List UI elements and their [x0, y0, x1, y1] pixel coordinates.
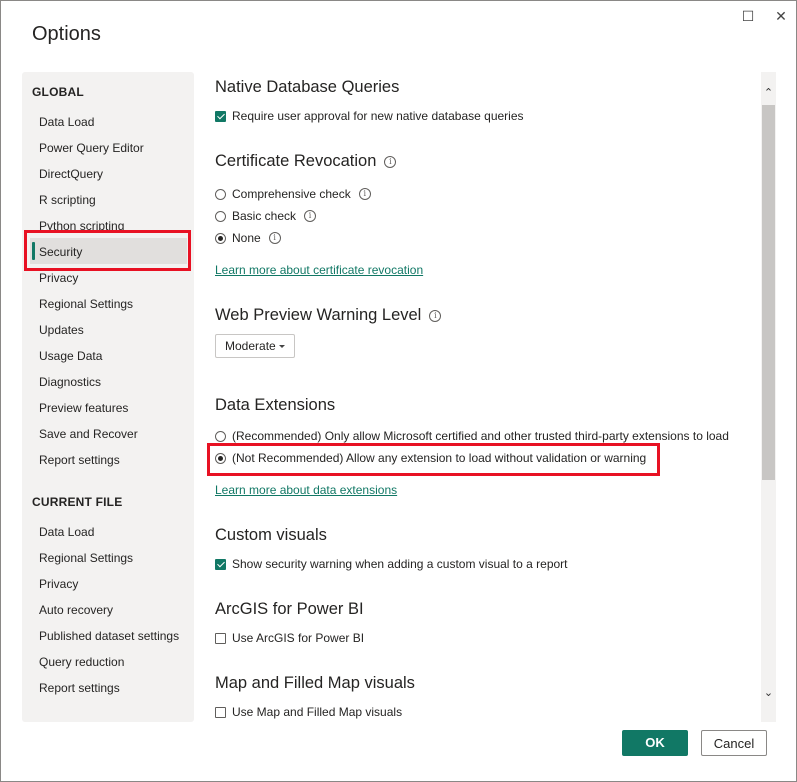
web-preview-level-dropdown[interactable]: Moderate: [215, 334, 295, 358]
sidebar-item-updates[interactable]: Updates: [39, 321, 84, 339]
map-visuals-checkbox-label: Use Map and Filled Map visuals: [232, 705, 403, 719]
radio-button[interactable]: [215, 431, 226, 442]
close-icon[interactable]: ✕: [771, 7, 791, 25]
chevron-down-icon: [279, 345, 285, 348]
sidebar-item-data-load[interactable]: Data Load: [39, 113, 94, 131]
radio-label: Comprehensive check: [232, 187, 351, 201]
radio-label: (Recommended) Only allow Microsoft certi…: [232, 429, 729, 443]
native-db-checkbox-label: Require user approval for new native dat…: [232, 109, 524, 123]
native-db-checkbox[interactable]: [215, 111, 226, 122]
radio-label: None: [232, 231, 261, 245]
radio-button[interactable]: [215, 233, 226, 244]
data-extensions-heading: Data Extensions: [215, 396, 336, 414]
arcgis-heading: ArcGIS for Power BI: [215, 600, 364, 618]
sidebar-item-r-scripting[interactable]: R scripting: [39, 191, 96, 209]
radio-not-recommended-extensions[interactable]: (Not Recommended) Allow any extension to…: [215, 450, 646, 466]
cert-revocation-learn-more-link[interactable]: Learn more about certificate revocation: [215, 263, 423, 277]
radio-recommended-extensions[interactable]: (Recommended) Only allow Microsoft certi…: [215, 428, 729, 444]
radio-button[interactable]: [215, 211, 226, 222]
ok-button[interactable]: OK: [622, 730, 688, 756]
sidebar-item-file-regional-settings[interactable]: Regional Settings: [39, 549, 133, 567]
dropdown-value: Moderate: [225, 339, 276, 353]
sidebar-item-privacy[interactable]: Privacy: [39, 269, 78, 287]
info-icon[interactable]: i: [384, 156, 397, 168]
info-icon[interactable]: i: [304, 210, 317, 222]
info-icon[interactable]: i: [429, 310, 442, 322]
native-db-heading: Native Database Queries: [215, 78, 400, 96]
radio-button[interactable]: [215, 189, 226, 200]
info-icon[interactable]: i: [268, 232, 281, 244]
sidebar-item-report-settings[interactable]: Report settings: [39, 451, 120, 469]
custom-visuals-heading: Custom visuals: [215, 526, 327, 544]
global-heading: GLOBAL: [32, 85, 84, 99]
radio-comprehensive-check[interactable]: Comprehensive check i: [215, 186, 371, 202]
cancel-button[interactable]: Cancel: [701, 730, 767, 756]
scroll-down-icon[interactable]: ⌄: [761, 686, 776, 699]
web-preview-heading: Web Preview Warning Level i: [215, 306, 442, 325]
custom-visuals-checkbox[interactable]: [215, 559, 226, 570]
radio-basic-check[interactable]: Basic check i: [215, 208, 317, 224]
sidebar-item-file-published-dataset-settings[interactable]: Published dataset settings: [39, 627, 179, 645]
arcgis-checkbox[interactable]: [215, 633, 226, 644]
custom-visuals-checkbox-row[interactable]: Show security warning when adding a cust…: [215, 556, 568, 572]
arcgis-checkbox-row[interactable]: Use ArcGIS for Power BI: [215, 630, 364, 646]
settings-content: Native Database Queries Require user app…: [196, 72, 761, 722]
sidebar-item-preview-features[interactable]: Preview features: [39, 399, 128, 417]
sidebar-item-regional-settings[interactable]: Regional Settings: [39, 295, 133, 313]
current-file-heading: CURRENT FILE: [32, 495, 123, 509]
sidebar-item-directquery[interactable]: DirectQuery: [39, 165, 103, 183]
map-visuals-checkbox[interactable]: [215, 707, 226, 718]
info-icon[interactable]: i: [358, 188, 371, 200]
radio-none[interactable]: None i: [215, 230, 281, 246]
sidebar-item-usage-data[interactable]: Usage Data: [39, 347, 102, 365]
security-highlight-box: [24, 230, 191, 271]
arcgis-checkbox-label: Use ArcGIS for Power BI: [232, 631, 365, 645]
cert-revocation-heading-text: Certificate Revocation: [215, 152, 377, 170]
content-scrollbar[interactable]: ⌃ ⌄: [761, 72, 776, 722]
sidebar-item-diagnostics[interactable]: Diagnostics: [39, 373, 101, 391]
options-dialog: Options ☐ ✕ GLOBAL Data Load Power Query…: [0, 0, 797, 782]
radio-label: Basic check: [232, 209, 297, 223]
data-extensions-learn-more-link[interactable]: Learn more about data extensions: [215, 483, 397, 497]
sidebar-nav: GLOBAL Data Load Power Query Editor Dire…: [22, 72, 194, 722]
radio-button[interactable]: [215, 453, 226, 464]
sidebar-item-file-privacy[interactable]: Privacy: [39, 575, 78, 593]
radio-label: (Not Recommended) Allow any extension to…: [232, 451, 647, 465]
native-db-checkbox-row[interactable]: Require user approval for new native dat…: [215, 108, 524, 124]
sidebar-item-file-report-settings[interactable]: Report settings: [39, 679, 120, 697]
sidebar-item-file-query-reduction[interactable]: Query reduction: [39, 653, 124, 671]
maximize-icon[interactable]: ☐: [738, 7, 758, 25]
scroll-up-icon[interactable]: ⌃: [761, 86, 776, 99]
scrollbar-thumb[interactable]: [762, 105, 775, 480]
web-preview-heading-text: Web Preview Warning Level: [215, 306, 422, 324]
custom-visuals-checkbox-label: Show security warning when adding a cust…: [232, 557, 568, 571]
sidebar-item-power-query-editor[interactable]: Power Query Editor: [39, 139, 144, 157]
cert-revocation-heading: Certificate Revocation i: [215, 152, 397, 171]
dialog-title: Options: [32, 23, 101, 45]
map-visuals-heading: Map and Filled Map visuals: [215, 674, 415, 692]
map-visuals-checkbox-row[interactable]: Use Map and Filled Map visuals: [215, 704, 402, 720]
sidebar-item-file-auto-recovery[interactable]: Auto recovery: [39, 601, 113, 619]
sidebar-item-save-and-recover[interactable]: Save and Recover: [39, 425, 138, 443]
sidebar-item-file-data-load[interactable]: Data Load: [39, 523, 94, 541]
